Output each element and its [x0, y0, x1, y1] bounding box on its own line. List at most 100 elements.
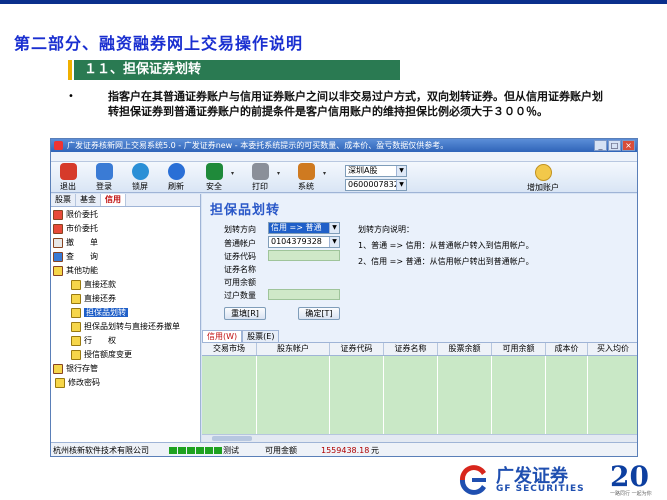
toolbar: 退出 登录 锁屏 刷新 安全 ▾ 打印 ▾ 系统 ▾ 深圳A股 ▼ 060000…	[51, 162, 637, 193]
close-button[interactable]: ×	[622, 140, 635, 151]
logo-english: GF SECURITIES	[496, 484, 585, 494]
tree-label: 查 询	[66, 252, 98, 261]
col-available-balance[interactable]: 可用余额	[492, 343, 546, 355]
tree-item-exercise[interactable]: 行 权	[53, 334, 200, 348]
tree-item-query[interactable]: 查 询	[53, 250, 200, 264]
folder-icon	[53, 265, 63, 276]
tree-label: 担保品划转与直接还券撤单	[84, 322, 180, 331]
confirm-button[interactable]: 确定[T]	[298, 307, 340, 320]
exit-icon	[59, 163, 77, 180]
tab-stock-holdings[interactable]: 股票(E)	[242, 330, 280, 342]
tree-item-collateral-transfer[interactable]: 担保品划转	[53, 306, 200, 320]
col-security-code[interactable]: 证券代码	[330, 343, 384, 355]
holdings-table: 交易市场 股东帐户 证券代码 证券名称 股票余额 可用余额 成本价 买入均价	[202, 342, 637, 434]
print-icon	[251, 163, 269, 180]
tree-item-market-order[interactable]: 市价委托	[53, 222, 200, 236]
table-column-fill	[546, 356, 588, 434]
system-label: 系统	[298, 182, 314, 191]
account-select[interactable]: 0600007832 ▼	[345, 179, 407, 191]
tree-item-bank-custody[interactable]: 银行存管	[53, 362, 200, 376]
tree-label: 限价委托	[66, 210, 98, 219]
menubar	[51, 152, 637, 162]
tree-item-other-functions[interactable]: 其他功能	[53, 264, 200, 278]
security-button[interactable]: 安全	[199, 163, 229, 192]
market-select[interactable]: 深圳A股 ▼	[345, 165, 407, 177]
login-icon	[95, 163, 113, 180]
col-market[interactable]: 交易市场	[202, 343, 257, 355]
tree-label: 撤 单	[66, 238, 98, 247]
tree-item-direct-return-securities[interactable]: 直接还券	[53, 292, 200, 306]
explain-line-1: 1、普通 => 信用：从普通帐户转入到信用帐户。	[358, 241, 534, 250]
window-controls: _ □ ×	[594, 140, 635, 151]
quantity-input[interactable]	[268, 289, 340, 300]
market-value: 深圳A股	[348, 166, 378, 175]
maximize-button[interactable]: □	[608, 140, 621, 151]
connection-progress	[169, 447, 222, 454]
lock-screen-label: 锁屏	[132, 182, 148, 191]
direction-select[interactable]: 信用 => 普通 ▼	[268, 222, 340, 234]
exit-button[interactable]: 退出	[53, 163, 83, 192]
system-dropdown-arrow[interactable]: ▾	[323, 170, 326, 177]
system-icon	[297, 163, 315, 180]
document-icon	[71, 293, 81, 304]
horizontal-scrollbar[interactable]	[202, 434, 637, 442]
col-stock-balance[interactable]: 股票余额	[438, 343, 492, 355]
lock-screen-button[interactable]: 锁屏	[125, 163, 155, 192]
col-cost-price[interactable]: 成本价	[546, 343, 588, 355]
tree-item-credit-limit-change[interactable]: 授信额度变更	[53, 348, 200, 362]
add-account-button[interactable]: 增加账户	[519, 164, 567, 193]
print-button[interactable]: 打印	[245, 163, 275, 192]
table-column-fill	[257, 356, 330, 434]
login-button[interactable]: 登录	[89, 163, 119, 192]
scrollbar-thumb[interactable]	[212, 436, 252, 441]
tree-item-direct-repay[interactable]: 直接还款	[53, 278, 200, 292]
print-dropdown-arrow[interactable]: ▾	[277, 170, 280, 177]
tree-label: 市价委托	[66, 224, 98, 233]
account-label: 普通帐户	[224, 239, 256, 248]
col-security-name[interactable]: 证券名称	[384, 343, 438, 355]
security-label: 安全	[206, 182, 222, 191]
progress-segment	[178, 447, 186, 454]
tree-item-cancel-order[interactable]: 撤 单	[53, 236, 200, 250]
security-dropdown-arrow[interactable]: ▾	[231, 170, 234, 177]
progress-segment	[187, 447, 195, 454]
table-column-fill	[330, 356, 384, 434]
progress-segment	[205, 447, 213, 454]
gf-securities-logo: 广发证券 GF SECURITIES 20 一路同行 一起为你	[450, 460, 667, 500]
lock-screen-icon	[131, 163, 149, 180]
chevron-down-icon: ▼	[396, 166, 406, 176]
tree-item-limit-order[interactable]: 限价委托	[53, 208, 200, 222]
trading-window: 广发证券核新网上交易系统5.0 - 广发证券new - 本委托系统提示的可买数量…	[50, 138, 638, 457]
minimize-button[interactable]: _	[594, 140, 607, 151]
quantity-label: 过户数量	[224, 291, 256, 300]
tab-credit-holdings[interactable]: 信用(W)	[202, 330, 243, 342]
normal-account-value: 0104379328	[271, 237, 322, 246]
chevron-down-icon: ▼	[329, 237, 339, 247]
system-button[interactable]: 系统	[291, 163, 321, 192]
normal-account-select[interactable]: 0104379328 ▼	[268, 236, 340, 248]
tab-funds[interactable]: 基金	[76, 194, 101, 206]
table-column-fill	[384, 356, 438, 434]
currency-unit: 元	[371, 446, 379, 455]
bottom-tabs: 信用(W) 股票(E)	[202, 330, 280, 342]
tab-credit[interactable]: 信用	[101, 194, 126, 206]
reset-button[interactable]: 重填[R]	[224, 307, 266, 320]
function-tree: 限价委托 市价委托 撤 单 查 询 其他功能 直接还款 直接还券 担保品划转 担…	[51, 207, 200, 390]
order-icon	[53, 209, 63, 220]
cancel-icon	[53, 237, 63, 248]
col-avg-buy-price[interactable]: 买入均价	[588, 343, 637, 355]
document-icon	[71, 321, 81, 332]
window-titlebar: 广发证券核新网上交易系统5.0 - 广发证券new - 本委托系统提示的可买数量…	[51, 139, 637, 152]
status-bar: 杭州核新软件技术有限公司 测试 可用金额 1559438.18 元	[51, 442, 637, 456]
progress-segment	[196, 447, 204, 454]
tree-item-transfer-cancel[interactable]: 担保品划转与直接还券撤单	[53, 320, 200, 334]
explain-line-2: 2、信用 => 普通：从信用帐户转出到普通帐户。	[358, 257, 534, 266]
refresh-button[interactable]: 刷新	[161, 163, 191, 192]
tab-stocks[interactable]: 股票	[51, 194, 76, 206]
tree-label: 行 权	[84, 336, 116, 345]
col-shareholder-account[interactable]: 股东帐户	[257, 343, 330, 355]
code-input[interactable]	[268, 250, 340, 261]
tree-label: 授信额度变更	[84, 350, 132, 359]
progress-segment	[169, 447, 177, 454]
tree-item-change-password[interactable]: 修改密码	[53, 376, 200, 390]
